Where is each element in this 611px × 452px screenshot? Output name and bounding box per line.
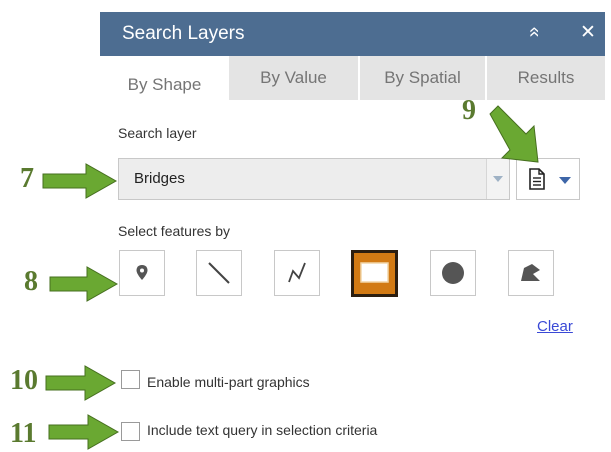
close-icon[interactable]: ✕ xyxy=(580,21,596,44)
callout-11: 11 xyxy=(10,418,37,449)
line-icon xyxy=(208,262,230,284)
map-pin-icon xyxy=(136,265,148,280)
circle-icon xyxy=(442,262,464,284)
callout-11-arrow-icon xyxy=(48,414,120,450)
circle-tool-button[interactable] xyxy=(430,250,476,296)
search-layer-label: Search layer xyxy=(118,125,197,141)
search-layer-value: Bridges xyxy=(134,170,185,187)
text-query-label: Include text query in selection criteria xyxy=(147,422,378,438)
chevron-down-icon xyxy=(559,177,571,184)
chevron-down-icon xyxy=(493,176,503,182)
callout-9-arrow-icon xyxy=(489,105,539,163)
line-tool-button[interactable] xyxy=(196,250,242,296)
callout-10: 10 xyxy=(10,365,38,396)
callout-8: 8 xyxy=(24,266,38,297)
callout-7: 7 xyxy=(20,163,34,194)
extent-tool-button[interactable] xyxy=(351,250,398,297)
multipart-graphics-label: Enable multi-part graphics xyxy=(147,374,310,390)
document-icon xyxy=(529,168,545,190)
point-tool-button[interactable] xyxy=(119,250,165,296)
polygon-icon xyxy=(521,264,540,281)
select-features-label: Select features by xyxy=(118,223,231,239)
tab-by-spatial[interactable]: By Spatial xyxy=(360,56,485,100)
rectangle-icon xyxy=(360,262,389,283)
clear-link[interactable]: Clear xyxy=(537,318,573,335)
tab-by-shape[interactable]: By Shape xyxy=(100,56,229,100)
tab-by-value[interactable]: By Value xyxy=(229,56,358,100)
tab-results[interactable]: Results xyxy=(487,56,605,100)
polyline-tool-button[interactable] xyxy=(274,250,320,296)
search-layer-select[interactable]: Bridges xyxy=(118,158,510,200)
callout-9: 9 xyxy=(462,95,476,126)
callout-10-arrow-icon xyxy=(45,365,117,401)
panel-title: Search Layers xyxy=(122,23,245,44)
panel-titlebar: Search Layers » ✕ xyxy=(100,12,605,56)
text-query-checkbox[interactable] xyxy=(121,422,140,441)
multipart-graphics-checkbox[interactable] xyxy=(121,370,140,389)
tab-bar: By Shape By Value By Spatial Results xyxy=(100,56,605,100)
callout-8-arrow-icon xyxy=(49,266,119,302)
polygon-tool-button[interactable] xyxy=(508,250,554,296)
callout-7-arrow-icon xyxy=(42,163,118,199)
search-layers-panel: Search Layers » ✕ By Shape By Value By S… xyxy=(100,12,605,452)
collapse-icon[interactable]: » xyxy=(523,27,545,38)
polyline-icon xyxy=(288,262,306,283)
